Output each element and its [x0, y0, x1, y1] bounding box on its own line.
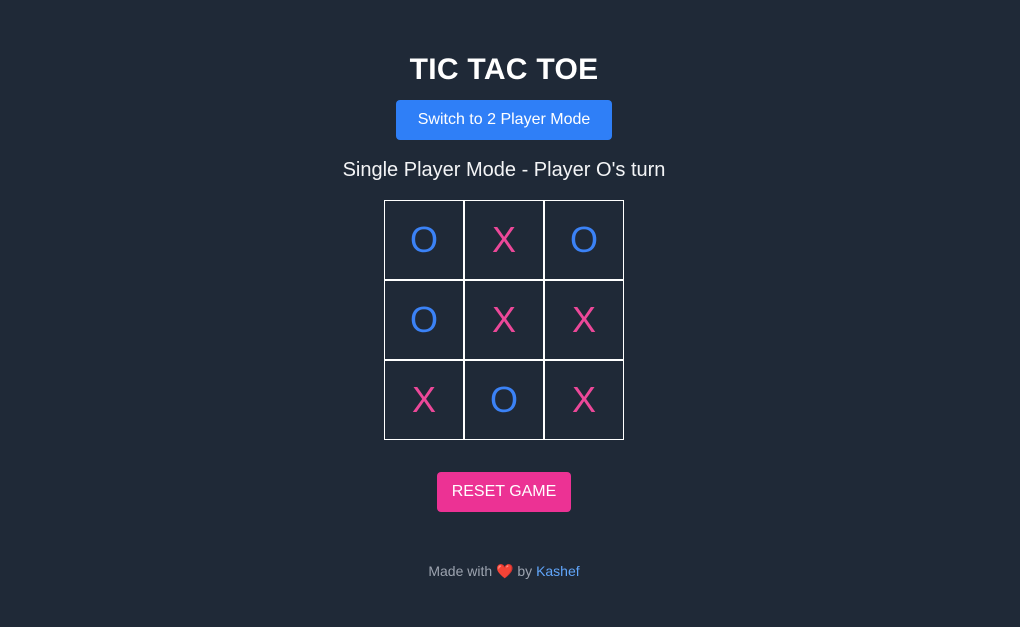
footer: Made with ❤️ by Kashef	[0, 561, 1008, 581]
game-board: O X O O X X X O X	[384, 200, 624, 440]
board-cell-r3-c1[interactable]: X	[384, 360, 464, 440]
board-cell-r2-c3[interactable]: X	[544, 280, 624, 360]
board-cell-r1-c1[interactable]: O	[384, 200, 464, 280]
heart-icon: ❤️	[496, 563, 514, 579]
board-cell-r1-c2[interactable]: X	[464, 200, 544, 280]
author-link[interactable]: Kashef	[536, 563, 580, 579]
board-cell-r3-c3[interactable]: X	[544, 360, 624, 440]
game-title: TIC TAC TOE	[409, 53, 599, 87]
reset-game-button[interactable]: RESET GAME	[437, 472, 571, 512]
game-status: Single Player Mode - Player O's turn	[342, 159, 666, 181]
board-cell-r3-c2[interactable]: O	[464, 360, 544, 440]
board-cell-r2-c2[interactable]: X	[464, 280, 544, 360]
switch-mode-button[interactable]: Switch to 2 Player Mode	[396, 100, 612, 140]
board-cell-r2-c1[interactable]: O	[384, 280, 464, 360]
footer-prefix: Made with	[428, 563, 493, 579]
footer-by: by	[517, 563, 533, 579]
board-cell-r1-c3[interactable]: O	[544, 200, 624, 280]
